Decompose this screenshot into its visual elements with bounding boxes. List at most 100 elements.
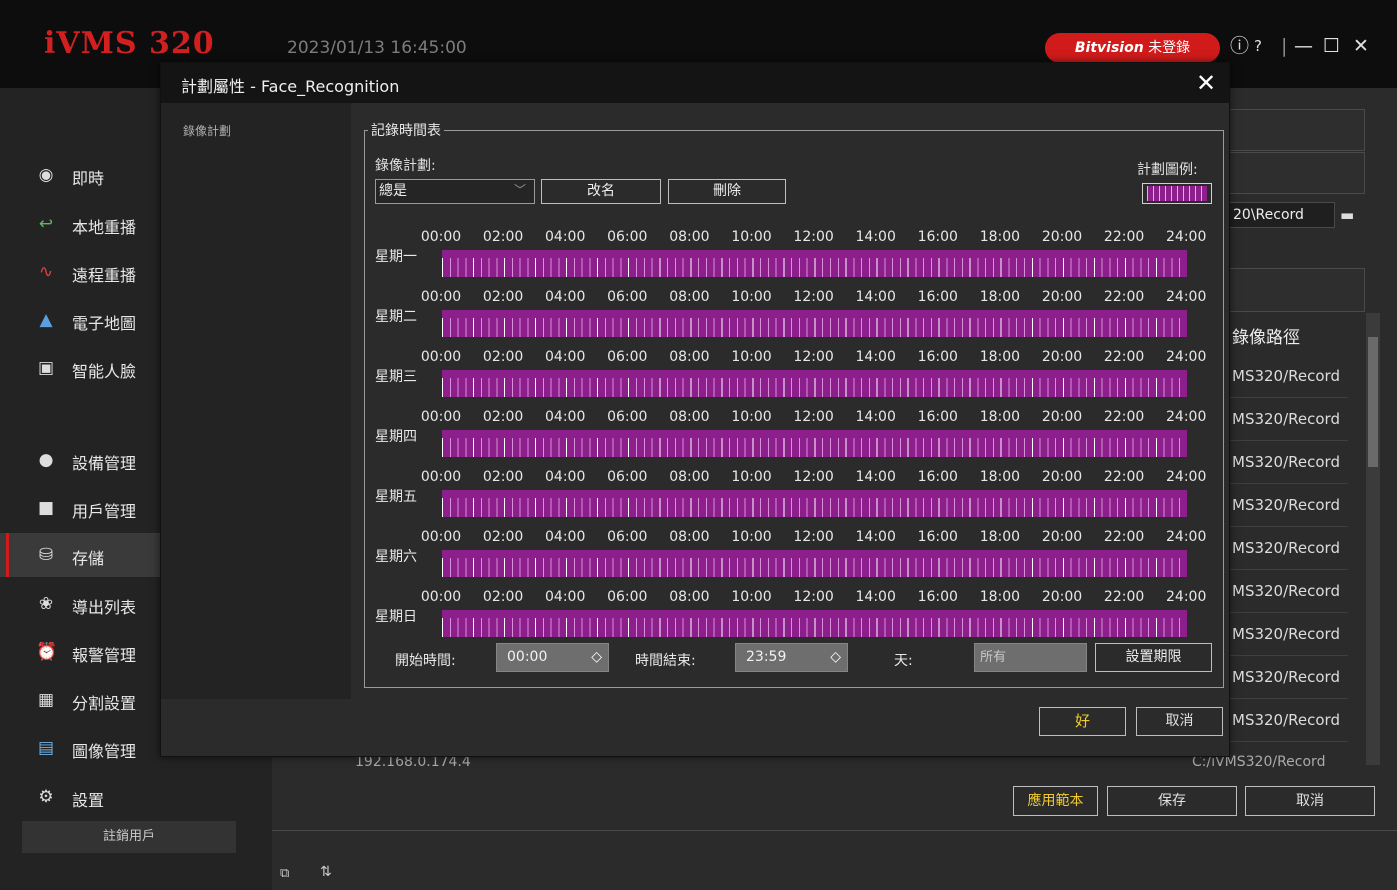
day-name: 星期二 <box>375 309 417 325</box>
day-field[interactable]: 所有 <box>974 643 1087 672</box>
storage-icon: ⛁ <box>38 545 54 565</box>
dialog-left-panel: 錄像計劃 <box>161 103 351 699</box>
time-tick-label: 02:00 <box>482 229 524 245</box>
table-row[interactable]: MS320/Record <box>1228 484 1348 527</box>
schedule-timeline-bar[interactable] <box>442 490 1187 517</box>
table-row[interactable]: MS320/Record <box>1228 613 1348 656</box>
user-icon: ■ <box>37 498 55 518</box>
bg-header-box <box>1228 152 1365 194</box>
end-time-spinner[interactable]: 23:59 ◇ <box>735 643 848 672</box>
schedule-timeline-bar[interactable] <box>442 610 1187 637</box>
time-tick-label: 08:00 <box>669 409 710 425</box>
time-tick-label: 12:00 <box>793 469 834 485</box>
rename-button[interactable]: 改名 <box>541 179 661 204</box>
table-row[interactable]: MS320/Record <box>1228 355 1348 398</box>
help-icon[interactable]: ? <box>1254 34 1262 58</box>
time-tick-label: 22:00 <box>1103 289 1145 305</box>
sidebar-item-label: 電子地圖 <box>72 314 137 333</box>
split-icon: ▦ <box>37 690 55 710</box>
login-status: 未登錄 <box>1148 40 1191 56</box>
time-tick-label: 08:00 <box>669 469 710 485</box>
time-tick-label: 12:00 <box>793 229 834 245</box>
start-time-label: 開始時間: <box>395 653 456 669</box>
timeline-ticks <box>442 258 1187 277</box>
schedule-timeline-bar[interactable] <box>442 250 1187 277</box>
maximize-icon[interactable]: ☐ <box>1323 34 1340 58</box>
folder-icon[interactable]: ▬ <box>1340 206 1354 224</box>
scrollbar-thumb[interactable] <box>1368 337 1378 467</box>
apply-template-button[interactable]: 應用範本 <box>1013 786 1098 816</box>
time-tick-label: 20:00 <box>1041 529 1083 545</box>
minimize-icon[interactable]: — <box>1294 34 1313 58</box>
time-tick-label: 12:00 <box>793 349 834 365</box>
table-row[interactable]: MS320/Record <box>1228 699 1348 742</box>
schedule-timeline-bar[interactable] <box>442 310 1187 337</box>
login-button[interactable]: Bitvision 未登錄 <box>1045 33 1220 63</box>
plan-label: 錄像計劃: <box>375 158 436 174</box>
time-tick-label: 10:00 <box>731 409 772 425</box>
sort-icon[interactable]: ⇅ <box>320 864 332 880</box>
schedule-timeline-bar[interactable] <box>442 370 1187 397</box>
spinner-arrows-icon[interactable]: ◇ <box>591 644 602 671</box>
time-tick-label: 06:00 <box>607 409 648 425</box>
spinner-arrows-icon[interactable]: ◇ <box>830 644 841 671</box>
schedule-day-row: 星期六 00:00 02:00 04:00 06:00 08:00 10:00 12:00 14… <box>375 529 1215 589</box>
table-row[interactable]: MS320/Record <box>1228 527 1348 570</box>
set-period-button[interactable]: 設置期限 <box>1095 643 1212 672</box>
app-logo: iVMS 320 <box>44 26 215 61</box>
start-time-spinner[interactable]: 00:00 ◇ <box>496 643 609 672</box>
save-button[interactable]: 保存 <box>1107 786 1237 816</box>
schedule-timeline-bar[interactable] <box>442 430 1187 457</box>
cancel-button[interactable]: 取消 <box>1136 707 1223 736</box>
map-icon: ▲ <box>39 310 53 330</box>
table-row[interactable]: MS320/Record <box>1228 656 1348 699</box>
dialog-title: 計劃屬性 - Face_Recognition <box>181 77 400 96</box>
table-row[interactable]: MS320/Record <box>1228 398 1348 441</box>
schedule-day-row: 星期日 00:00 02:00 04:00 06:00 08:00 10:00 12:00 14… <box>375 589 1215 649</box>
time-tick-label: 16:00 <box>917 469 958 485</box>
plan-select-value: 總是 <box>379 183 407 199</box>
time-tick-label: 18:00 <box>979 529 1021 545</box>
time-tick-label: 22:00 <box>1103 349 1145 365</box>
time-tick-label: 16:00 <box>917 289 958 305</box>
image-icon: ▤ <box>37 738 55 758</box>
close-icon[interactable]: ✕ <box>1353 34 1369 58</box>
table-row[interactable]: MS320/Record <box>1228 441 1348 484</box>
time-tick-label: 16:00 <box>917 349 958 365</box>
time-tick-label: 08:00 <box>669 529 710 545</box>
start-time-value: 00:00 <box>507 649 548 665</box>
info-icon[interactable]: ⓘ <box>1230 34 1249 58</box>
time-tick-label: 04:00 <box>545 409 586 425</box>
table-row[interactable]: MS320/Record <box>1228 570 1348 613</box>
record-path-input[interactable]: 20\Record <box>1228 202 1335 228</box>
time-tick-label: 14:00 <box>855 229 896 245</box>
time-tick-label: 02:00 <box>482 409 524 425</box>
timeline-ticks <box>442 378 1187 397</box>
time-tick-label: 14:00 <box>855 289 896 305</box>
cancel-button[interactable]: 取消 <box>1245 786 1375 816</box>
delete-button[interactable]: 刪除 <box>668 179 786 204</box>
time-tick-label: 00:00 <box>420 529 462 545</box>
time-tick-label: 20:00 <box>1041 589 1083 605</box>
restore-icon[interactable]: ⧉ <box>280 866 289 881</box>
export-icon: ❀ <box>38 594 54 614</box>
day-label: 天: <box>894 653 913 669</box>
bg-header-box <box>1228 268 1365 312</box>
ok-button[interactable]: 好 <box>1039 707 1126 736</box>
close-icon[interactable]: ✕ <box>1196 69 1216 97</box>
time-tick-label: 16:00 <box>917 589 958 605</box>
logout-button[interactable]: 註銷用戶 <box>22 821 236 853</box>
sidebar-item-settings[interactable]: ⚙ 設置 <box>0 775 272 819</box>
time-tick-label: 10:00 <box>731 289 772 305</box>
time-tick-label: 10:00 <box>731 469 772 485</box>
record-plan-tab[interactable]: 錄像計劃 <box>183 122 231 139</box>
time-tick-label: 10:00 <box>731 229 772 245</box>
day-name: 星期一 <box>375 249 417 265</box>
time-tick-label: 06:00 <box>607 229 648 245</box>
time-tick-label: 20:00 <box>1041 349 1083 365</box>
schedule-timeline-bar[interactable] <box>442 550 1187 577</box>
sidebar-item-label: 分割設置 <box>72 694 137 713</box>
plan-select[interactable]: 總是 ﹀ <box>375 179 535 204</box>
datetime-display: 2023/01/13 16:45:00 <box>287 38 467 58</box>
divider <box>272 830 1397 831</box>
